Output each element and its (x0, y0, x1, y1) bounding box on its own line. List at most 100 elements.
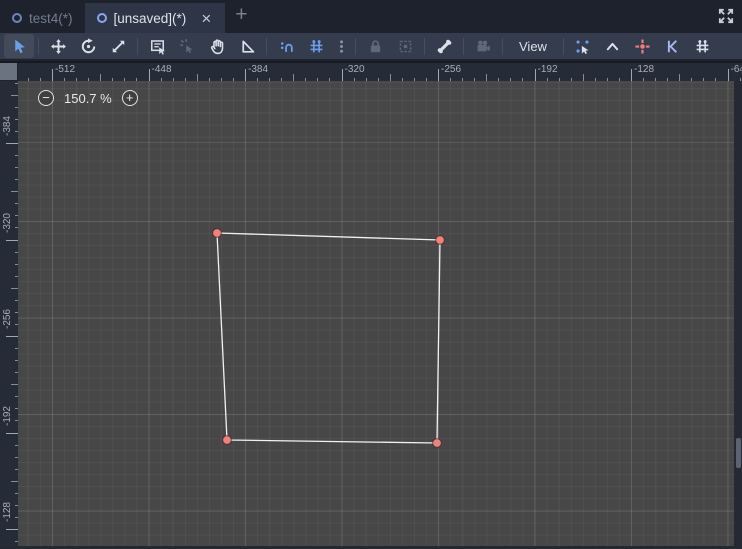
ruler-tool-button[interactable] (232, 34, 262, 58)
canvas-viewport[interactable]: − 150.7 % + (18, 81, 742, 546)
toolbar-separator (266, 37, 267, 55)
polygon-vertex-handle[interactable] (435, 235, 445, 245)
edit-point-tool-button[interactable] (598, 34, 628, 58)
new-scene-tab-button[interactable]: + (225, 4, 257, 29)
grid-snap-toggle-button[interactable] (301, 34, 331, 58)
scale-tool-icon (112, 40, 124, 52)
zoom-out-button[interactable]: − (38, 90, 54, 106)
polygon-edges[interactable] (216, 232, 441, 444)
select-tool-button[interactable] (4, 34, 34, 58)
scene-circle-icon (12, 13, 22, 23)
ruler-tick (148, 69, 150, 81)
vertical-ruler[interactable]: -384 -320 -256 -192 -128 (0, 81, 18, 546)
dots-menu-icon (339, 39, 343, 53)
group-icon (399, 40, 411, 52)
smart-snap-toggle-button[interactable] (271, 34, 301, 58)
ruler-tick (100, 74, 102, 81)
ruler-tick (196, 74, 198, 81)
ruler-tick (11, 384, 18, 386)
select-points-tool-button[interactable] (568, 34, 598, 58)
ruler-tick (11, 480, 18, 482)
ruler-tick (727, 69, 729, 81)
toolbar-separator (562, 37, 564, 55)
ruler-tool-icon (241, 40, 254, 53)
zoom-controls: − 150.7 % + (38, 90, 138, 106)
ruler-label: -512 (55, 64, 76, 75)
polygon-vertex-handle[interactable] (432, 438, 442, 448)
vertical-scrollbar[interactable] (734, 81, 742, 546)
click-select-tool-icon (179, 38, 192, 53)
ruler-tick (6, 529, 18, 530)
camera-override-toggle-button[interactable] (468, 34, 498, 58)
expand-icon[interactable] (717, 7, 735, 25)
toolbar-separator (137, 37, 138, 55)
scene-tab-bar: test4(*) [unsaved](*) × + (0, 0, 742, 33)
snap-options-menu-button[interactable] (331, 34, 351, 58)
select-points-icon (576, 39, 590, 54)
ruler-tick (11, 94, 18, 96)
lock-toggle-button[interactable] (360, 34, 390, 58)
group-toggle-button[interactable] (390, 34, 420, 58)
ruler-tick (6, 143, 18, 144)
ruler-tick (6, 239, 18, 241)
ruler-label: -320 (344, 64, 365, 75)
ruler-label: -448 (151, 64, 172, 75)
zoom-in-button[interactable]: + (121, 90, 138, 106)
ruler-tick (438, 69, 439, 81)
ruler-label: -128 (2, 502, 13, 523)
toolbar-separator (355, 37, 356, 55)
ruler-tick (679, 74, 681, 81)
ruler-label: -192 (2, 405, 13, 426)
ruler-tick (11, 287, 18, 289)
ruler-tick (245, 69, 246, 81)
toolbar-separator (463, 37, 464, 55)
ruler-tick (582, 74, 584, 81)
bone-icon (437, 39, 451, 53)
ruler-label: -256 (441, 64, 462, 75)
ruler-tick (52, 69, 53, 81)
ruler-label: -256 (2, 309, 13, 330)
list-select-tool-icon (150, 39, 165, 55)
pan-tool-button[interactable] (202, 34, 232, 58)
zoom-level-label[interactable]: 150.7 % (64, 91, 112, 106)
select-tool-icon (14, 39, 25, 53)
close-tab-icon[interactable]: × (199, 10, 213, 27)
ruler-tick (6, 336, 18, 337)
toolbar-separator (502, 37, 503, 55)
ruler-label: -192 (537, 64, 558, 75)
canvas-toolbar: View (0, 33, 742, 61)
ruler-tick (534, 69, 536, 81)
scene-tab-test4[interactable]: test4(*) (0, 3, 85, 33)
skeleton-menu-button[interactable] (429, 34, 459, 58)
scene-tab-unsaved[interactable]: [unsaved](*) × (84, 3, 226, 33)
move-point-tool-button[interactable] (628, 34, 658, 58)
rotate-tool-icon (81, 37, 95, 53)
click-select-tool-button[interactable] (172, 34, 202, 58)
polygon-shape (212, 228, 445, 448)
view-menu-button[interactable]: View (507, 34, 559, 58)
smart-snap-icon (280, 41, 293, 52)
chevron-up-icon (607, 42, 619, 50)
toolbar-separator (38, 37, 39, 55)
horizontal-ruler[interactable]: -512 -448 -384 -320 -256 -192 -128 -64 (18, 63, 742, 81)
ruler-tick (293, 74, 295, 81)
create-polygon-tool-button[interactable] (658, 34, 688, 58)
ruler-tick (6, 432, 18, 434)
ruler-label: -128 (634, 64, 655, 75)
polygon-vertex-handle[interactable] (222, 435, 232, 445)
grid-pins-icon (697, 39, 709, 52)
move-point-icon (635, 38, 650, 54)
pan-tool-icon (210, 38, 223, 54)
move-tool-button[interactable] (43, 34, 73, 58)
scale-tool-button[interactable] (103, 34, 133, 58)
scene-tab-label: test4(*) (29, 10, 73, 26)
camera-icon (477, 40, 490, 51)
list-select-tool-button[interactable] (142, 34, 172, 58)
rotate-tool-button[interactable] (73, 34, 103, 58)
ruler-label: -384 (248, 64, 269, 75)
ruler-tick (631, 69, 632, 81)
pin-snap-toggle-button[interactable] (688, 34, 718, 58)
ruler-tick (486, 74, 488, 81)
vertical-scrollbar-thumb[interactable] (735, 438, 741, 468)
polygon-vertex-handle[interactable] (212, 228, 222, 238)
